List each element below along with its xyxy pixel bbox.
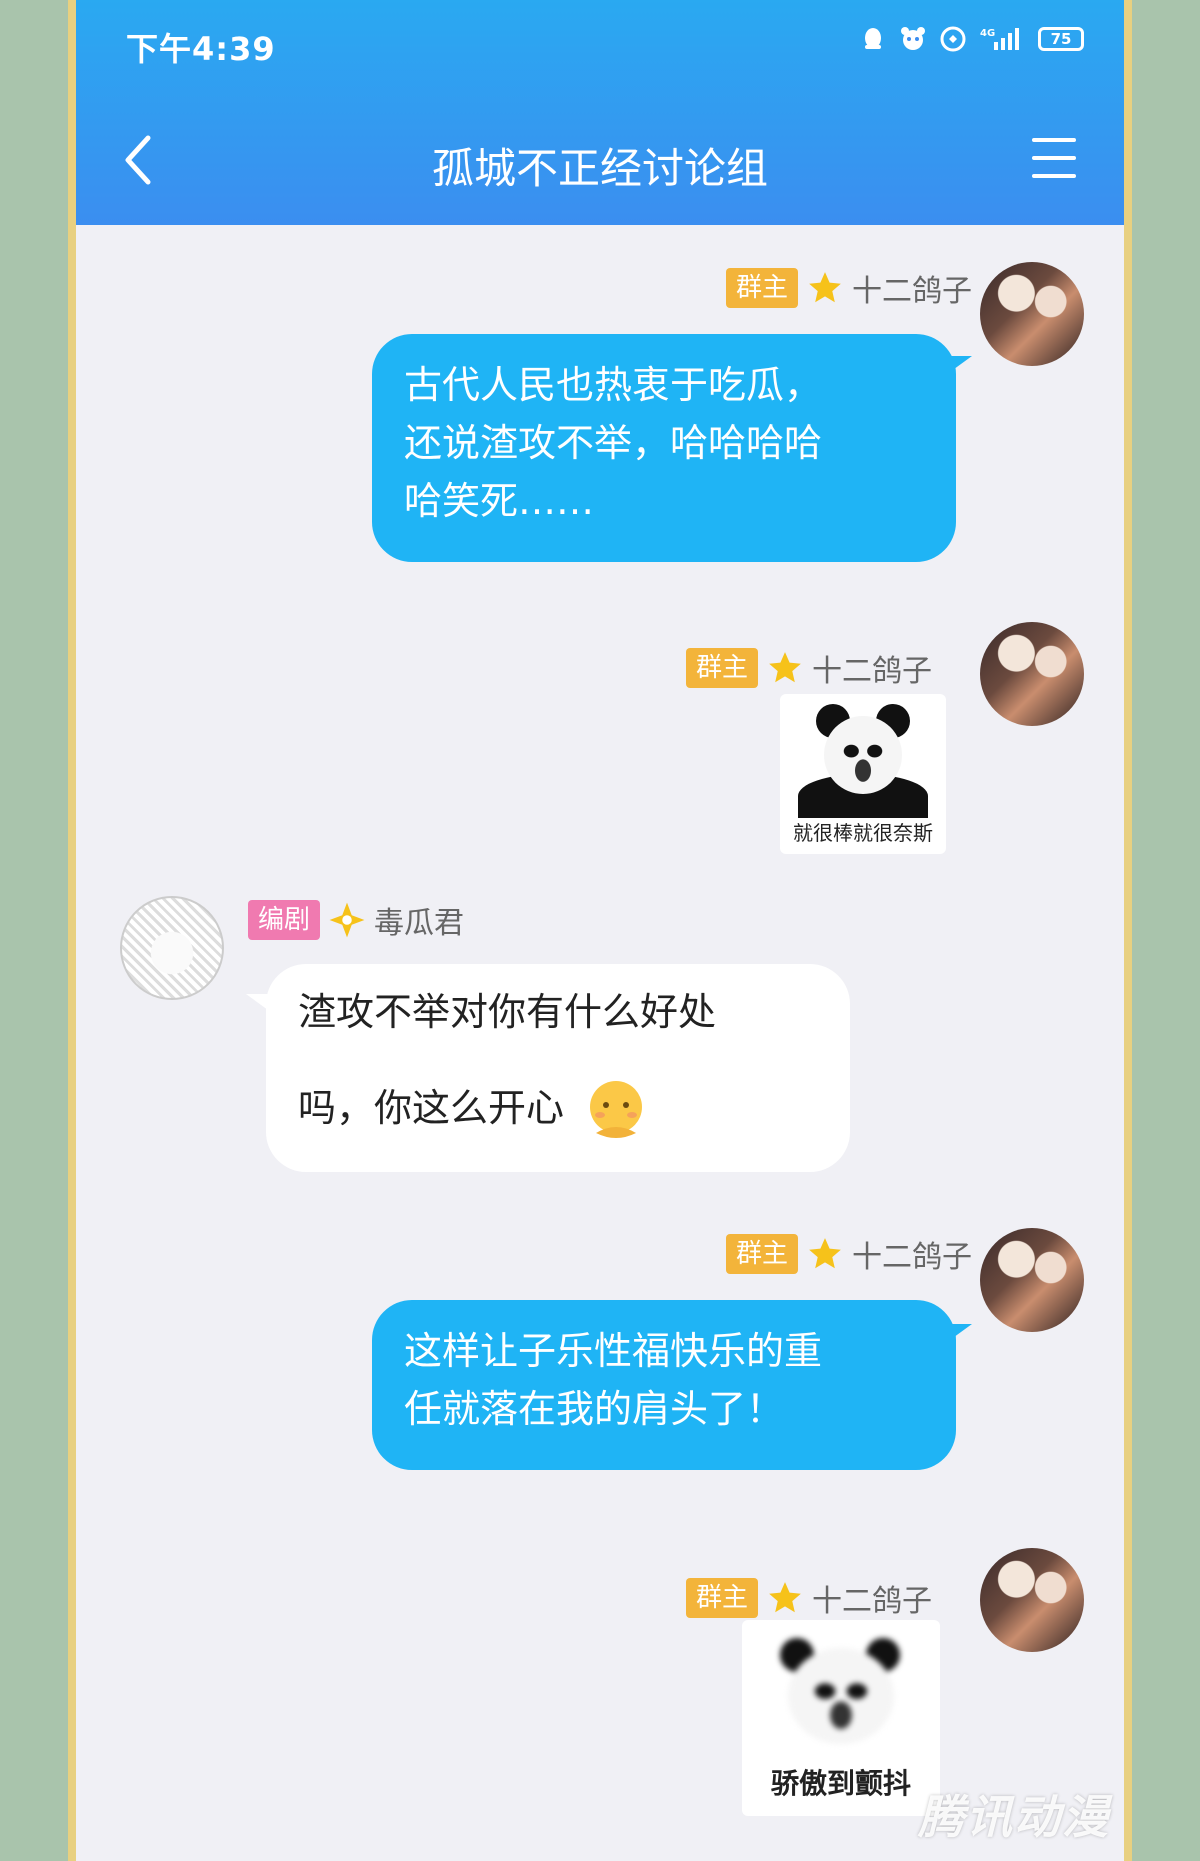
sticker-image[interactable]: 就很棒就很奈斯 (780, 694, 946, 854)
qq-notification-icon (860, 26, 886, 52)
message-line: 渣攻不举对你有什么好处 (298, 990, 717, 1034)
menu-icon (1032, 138, 1076, 142)
network-type-label: 4G (980, 28, 995, 39)
message-line-with-emoji: 吗，你这么开心 (298, 1060, 818, 1156)
status-icons: 4G 75 (860, 26, 1084, 52)
avatar[interactable] (980, 1548, 1084, 1652)
star-icon (809, 1238, 841, 1269)
chat-header: 下午4:39 4G 75 孤城不正经讨论组 (76, 0, 1124, 225)
sender-name: 十二鸽子 (812, 654, 932, 689)
message-bubble[interactable]: 古代人民也热衷于吃瓜， 还说渣攻不举，哈哈哈哈 哈笑死…… (372, 334, 956, 562)
chat-screen: 下午4:39 4G 75 孤城不正经讨论组 群主 十二鸽子 古代人民也热衷于吃瓜… (68, 0, 1132, 1861)
bubble-tail (950, 356, 972, 372)
sticker-caption: 就很棒就很奈斯 (793, 821, 933, 845)
app-notification-icon (900, 26, 926, 52)
status-time: 下午4:39 (126, 30, 276, 68)
sender-name: 十二鸽子 (852, 274, 972, 309)
sender-row: 群主 十二鸽子 (685, 1576, 932, 1620)
sticker-image[interactable]: 骄傲到颤抖 (742, 1620, 940, 1816)
signal-icon: 4G (980, 26, 1024, 52)
message-line: 哈笑死…… (404, 479, 595, 523)
watermark: 腾讯动漫 (918, 1790, 1110, 1844)
owner-badge: 群主 (725, 1234, 798, 1274)
sender-row: 群主 十二鸽子 (685, 646, 932, 690)
sender-name: 十二鸽子 (852, 1240, 972, 1275)
message-line: 还说渣攻不举，哈哈哈哈 (404, 421, 823, 465)
bubble-tail (246, 994, 268, 1010)
owner-badge: 群主 (685, 648, 758, 688)
owner-badge: 群主 (725, 268, 798, 308)
menu-button[interactable] (1032, 138, 1076, 178)
message-line: 这样让子乐性福快乐的重 (404, 1329, 823, 1373)
sender-name: 十二鸽子 (812, 1584, 932, 1619)
shy-emoji-icon (590, 1080, 643, 1138)
star-icon (769, 652, 801, 683)
star-icon (809, 272, 841, 303)
message-line: 任就落在我的肩头了！ (404, 1387, 785, 1431)
message-line: 古代人民也热衷于吃瓜， (404, 363, 823, 407)
battery-indicator: 75 (1038, 27, 1084, 51)
message-bubble[interactable]: 这样让子乐性福快乐的重 任就落在我的肩头了！ (372, 1300, 956, 1470)
sticker-caption: 骄傲到颤抖 (770, 1767, 911, 1800)
panda-face (824, 716, 902, 794)
avatar[interactable] (980, 622, 1084, 726)
sender-row: 编剧 毒瓜君 (248, 898, 464, 942)
owner-badge: 群主 (685, 1578, 758, 1618)
star-icon (769, 1582, 801, 1613)
message-bubble[interactable]: 渣攻不举对你有什么好处 吗，你这么开心 (266, 964, 850, 1172)
sender-name: 毒瓜君 (374, 906, 465, 941)
sender-row: 群主 十二鸽子 (725, 266, 972, 310)
message-line: 吗，你这么开心 (298, 1086, 565, 1130)
sender-row: 群主 十二鸽子 (725, 1232, 972, 1276)
avatar[interactable] (980, 262, 1084, 366)
wechat-notification-icon (940, 26, 966, 52)
writer-badge: 编剧 (248, 900, 321, 940)
bubble-tail (950, 1324, 972, 1340)
avatar[interactable] (980, 1228, 1084, 1332)
avatar[interactable] (120, 896, 224, 1000)
chat-title: 孤城不正经讨论组 (431, 144, 768, 193)
diamond-star-icon (329, 902, 365, 938)
